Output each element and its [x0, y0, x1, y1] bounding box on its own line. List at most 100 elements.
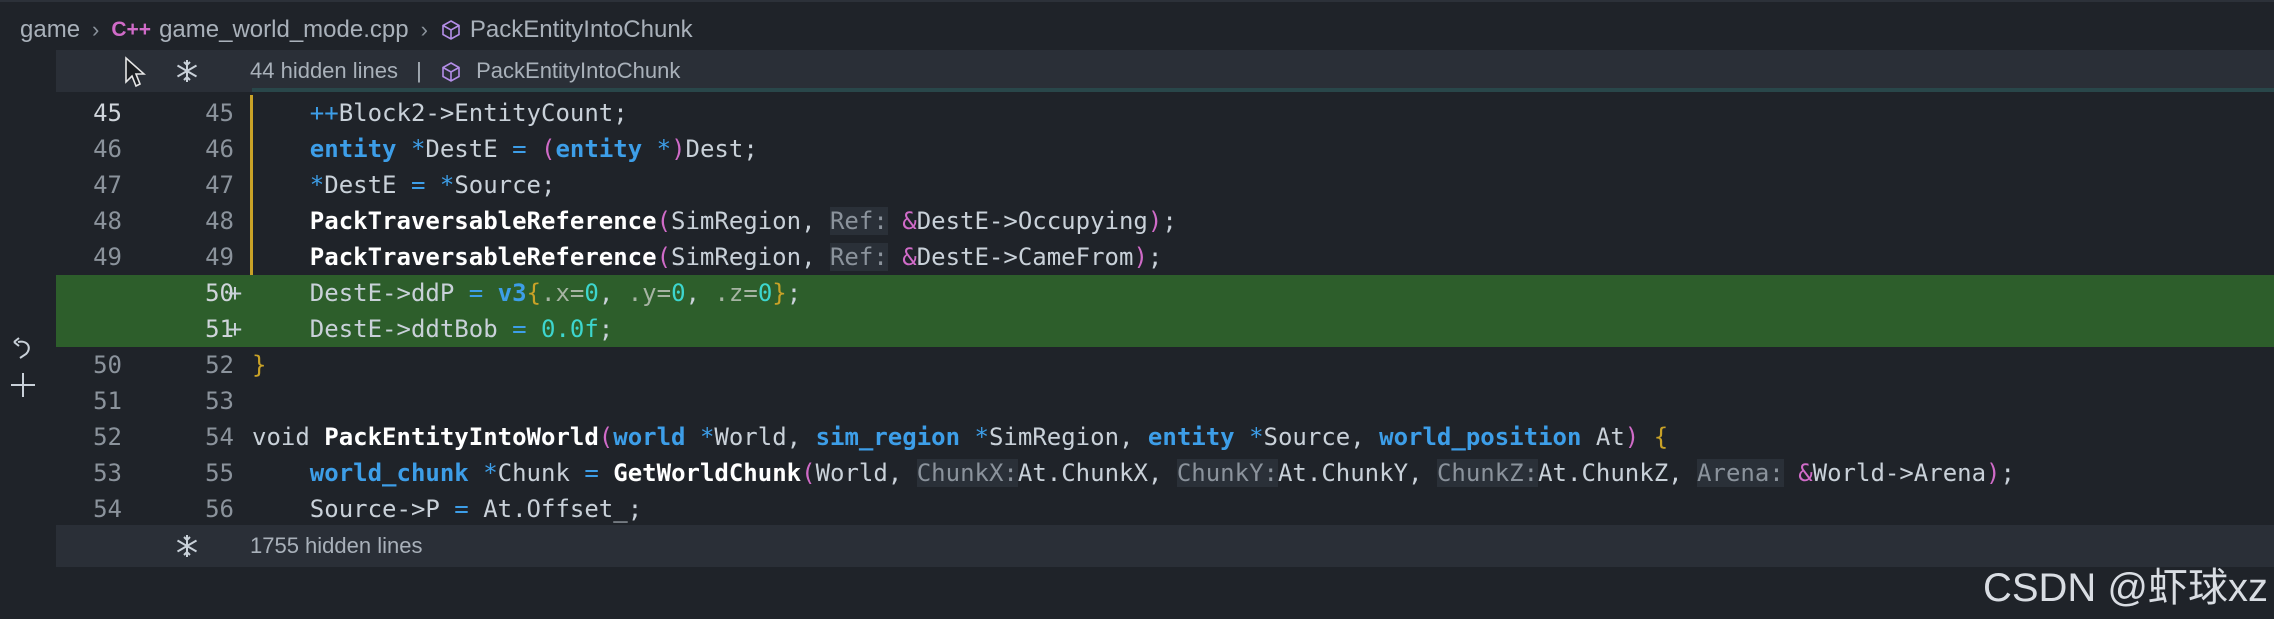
- code-token: world: [613, 423, 686, 451]
- code-token: ): [671, 135, 686, 163]
- code-token: Block2->EntityCount;: [338, 99, 628, 127]
- inlay-hint: Arena:: [1697, 459, 1784, 487]
- modified-line-number: 53: [205, 387, 234, 415]
- code-token: ;: [598, 315, 614, 343]
- code-line[interactable]: 50 52}: [56, 347, 2274, 383]
- code-token: SimRegion,: [988, 423, 1148, 451]
- code-line[interactable]: 49 49 PackTraversableReference(SimRegion,…: [56, 239, 2274, 275]
- modified-line-number: 46: [205, 135, 234, 163]
- code-token: &: [902, 243, 917, 271]
- code-token: World,: [714, 423, 816, 451]
- modified-line-number: 45: [205, 99, 234, 127]
- code-token: SimRegion,: [671, 207, 830, 235]
- breadcrumb-item-folder[interactable]: game: [20, 16, 80, 44]
- code-line[interactable]: 47 47 *DestE = *Source;: [56, 167, 2274, 203]
- code-text[interactable]: void PackEntityIntoWorld(world *World, s…: [252, 419, 1668, 455]
- code-token: PackTraversableReference: [309, 207, 657, 235]
- code-token: ): [1133, 243, 1148, 271]
- code-token: *: [483, 459, 498, 487]
- diff-added-marker: +: [227, 315, 243, 343]
- watermark: CSDN @虾球xz: [1982, 566, 2268, 610]
- added-code-line[interactable]: 50 + DestE->ddP = v3{.x=0, .y=0, .z=0};: [56, 275, 2274, 311]
- code-token: ,: [598, 279, 628, 307]
- code-token: At: [1581, 423, 1625, 451]
- code-line[interactable]: 53 55 world_chunk *Chunk = GetWorldChunk(…: [56, 455, 2274, 491]
- inlay-hint: .x=: [541, 279, 585, 307]
- code-token: ++: [309, 99, 339, 127]
- code-text[interactable]: ++Block2->EntityCount;: [252, 95, 628, 131]
- code-token: 0.0f: [541, 315, 599, 343]
- mouse-cursor-icon: [125, 56, 146, 88]
- code-token: void: [252, 423, 310, 451]
- chevron-right-icon: ›: [420, 17, 428, 42]
- code-token: DestE->CameFrom: [916, 243, 1134, 271]
- code-token: At.ChunkY,: [1277, 459, 1437, 487]
- code-line[interactable]: 54 56 Source->P = At.Offset_;: [56, 491, 2274, 527]
- code-token: =: [512, 135, 527, 163]
- code-token: 0: [584, 279, 599, 307]
- code-token: Dest;: [685, 135, 758, 163]
- code-token: *: [699, 423, 715, 451]
- code-text[interactable]: }: [252, 347, 266, 383]
- code-line[interactable]: 45 45 ++Block2->EntityCount;: [56, 95, 2274, 131]
- code-text[interactable]: world_chunk *Chunk = GetWorldChunk(World…: [252, 455, 2015, 491]
- code-token: (: [656, 243, 672, 271]
- code-token: Chunk: [497, 459, 585, 487]
- code-line[interactable]: 48 48 PackTraversableReference(SimRegion,…: [56, 203, 2274, 239]
- revert-change-icon[interactable]: [10, 336, 36, 362]
- code-token: =: [512, 315, 527, 343]
- code-token: DestE->ddP: [309, 279, 469, 307]
- original-line-number: 54: [93, 495, 122, 523]
- code-token: *: [656, 135, 672, 163]
- code-line[interactable]: 52 54 void PackEntityIntoWorld(world *Worl…: [56, 419, 2274, 455]
- code-text[interactable]: PackTraversableReference(SimRegion, Ref:…: [252, 239, 1162, 275]
- code-token: world_position: [1379, 423, 1582, 451]
- expand-hidden-lines-icon[interactable]: [174, 58, 200, 84]
- original-line-number: 50: [93, 351, 122, 379]
- breadcrumb-item-symbol[interactable]: PackEntityIntoChunk: [470, 16, 693, 44]
- code-token: world_chunk: [309, 459, 469, 487]
- code-token: *: [974, 423, 989, 451]
- code-token: &: [902, 207, 917, 235]
- symbol-method-icon: [442, 62, 460, 83]
- breadcrumb-item-file[interactable]: game_world_mode.cpp: [159, 16, 408, 44]
- code-token: 0: [671, 279, 686, 307]
- original-line-number: 51: [93, 387, 122, 415]
- added-code-line[interactable]: 51 + DestE->ddtBob = 0.0f;: [56, 311, 2274, 347]
- code-token: *: [1249, 423, 1264, 451]
- code-token: PackEntityIntoWorld: [324, 423, 599, 451]
- modified-line-number: 55: [205, 459, 234, 487]
- code-token: }: [252, 351, 267, 379]
- code-token: ,: [685, 279, 715, 307]
- hidden-lines-bar-top[interactable]: 44 hidden lines | PackEntityIntoChunk: [56, 50, 2274, 92]
- code-text[interactable]: DestE->ddP = v3{.x=0, .y=0, .z=0};: [252, 275, 801, 311]
- expand-hidden-lines-icon[interactable]: [174, 533, 200, 559]
- original-line-number: 48: [93, 207, 122, 235]
- code-token: {: [526, 279, 542, 307]
- code-text[interactable]: Source->P = At.Offset_;: [252, 491, 642, 527]
- code-token: (: [656, 207, 672, 235]
- code-line[interactable]: 46 46 entity *DestE = (entity *)Dest;: [56, 131, 2274, 167]
- modified-line-number: 52: [205, 351, 234, 379]
- code-token: ): [1624, 423, 1640, 451]
- code-token: Source,: [1263, 423, 1380, 451]
- hidden-lines-bar-bottom[interactable]: 1755 hidden lines: [56, 525, 2274, 567]
- stage-change-icon[interactable]: [8, 370, 38, 400]
- code-line[interactable]: 51 53: [56, 383, 2274, 419]
- inlay-hint: Ref:: [829, 207, 888, 235]
- code-text[interactable]: entity *DestE = (entity *)Dest;: [252, 131, 758, 167]
- code-text[interactable]: *DestE = *Source;: [252, 167, 556, 203]
- modified-line-number: 48: [205, 207, 234, 235]
- code-token: }: [772, 279, 787, 307]
- code-text[interactable]: PackTraversableReference(SimRegion, Ref:…: [252, 203, 1177, 239]
- code-text[interactable]: DestE->ddtBob = 0.0f;: [252, 311, 613, 347]
- modified-line-number: 47: [205, 171, 234, 199]
